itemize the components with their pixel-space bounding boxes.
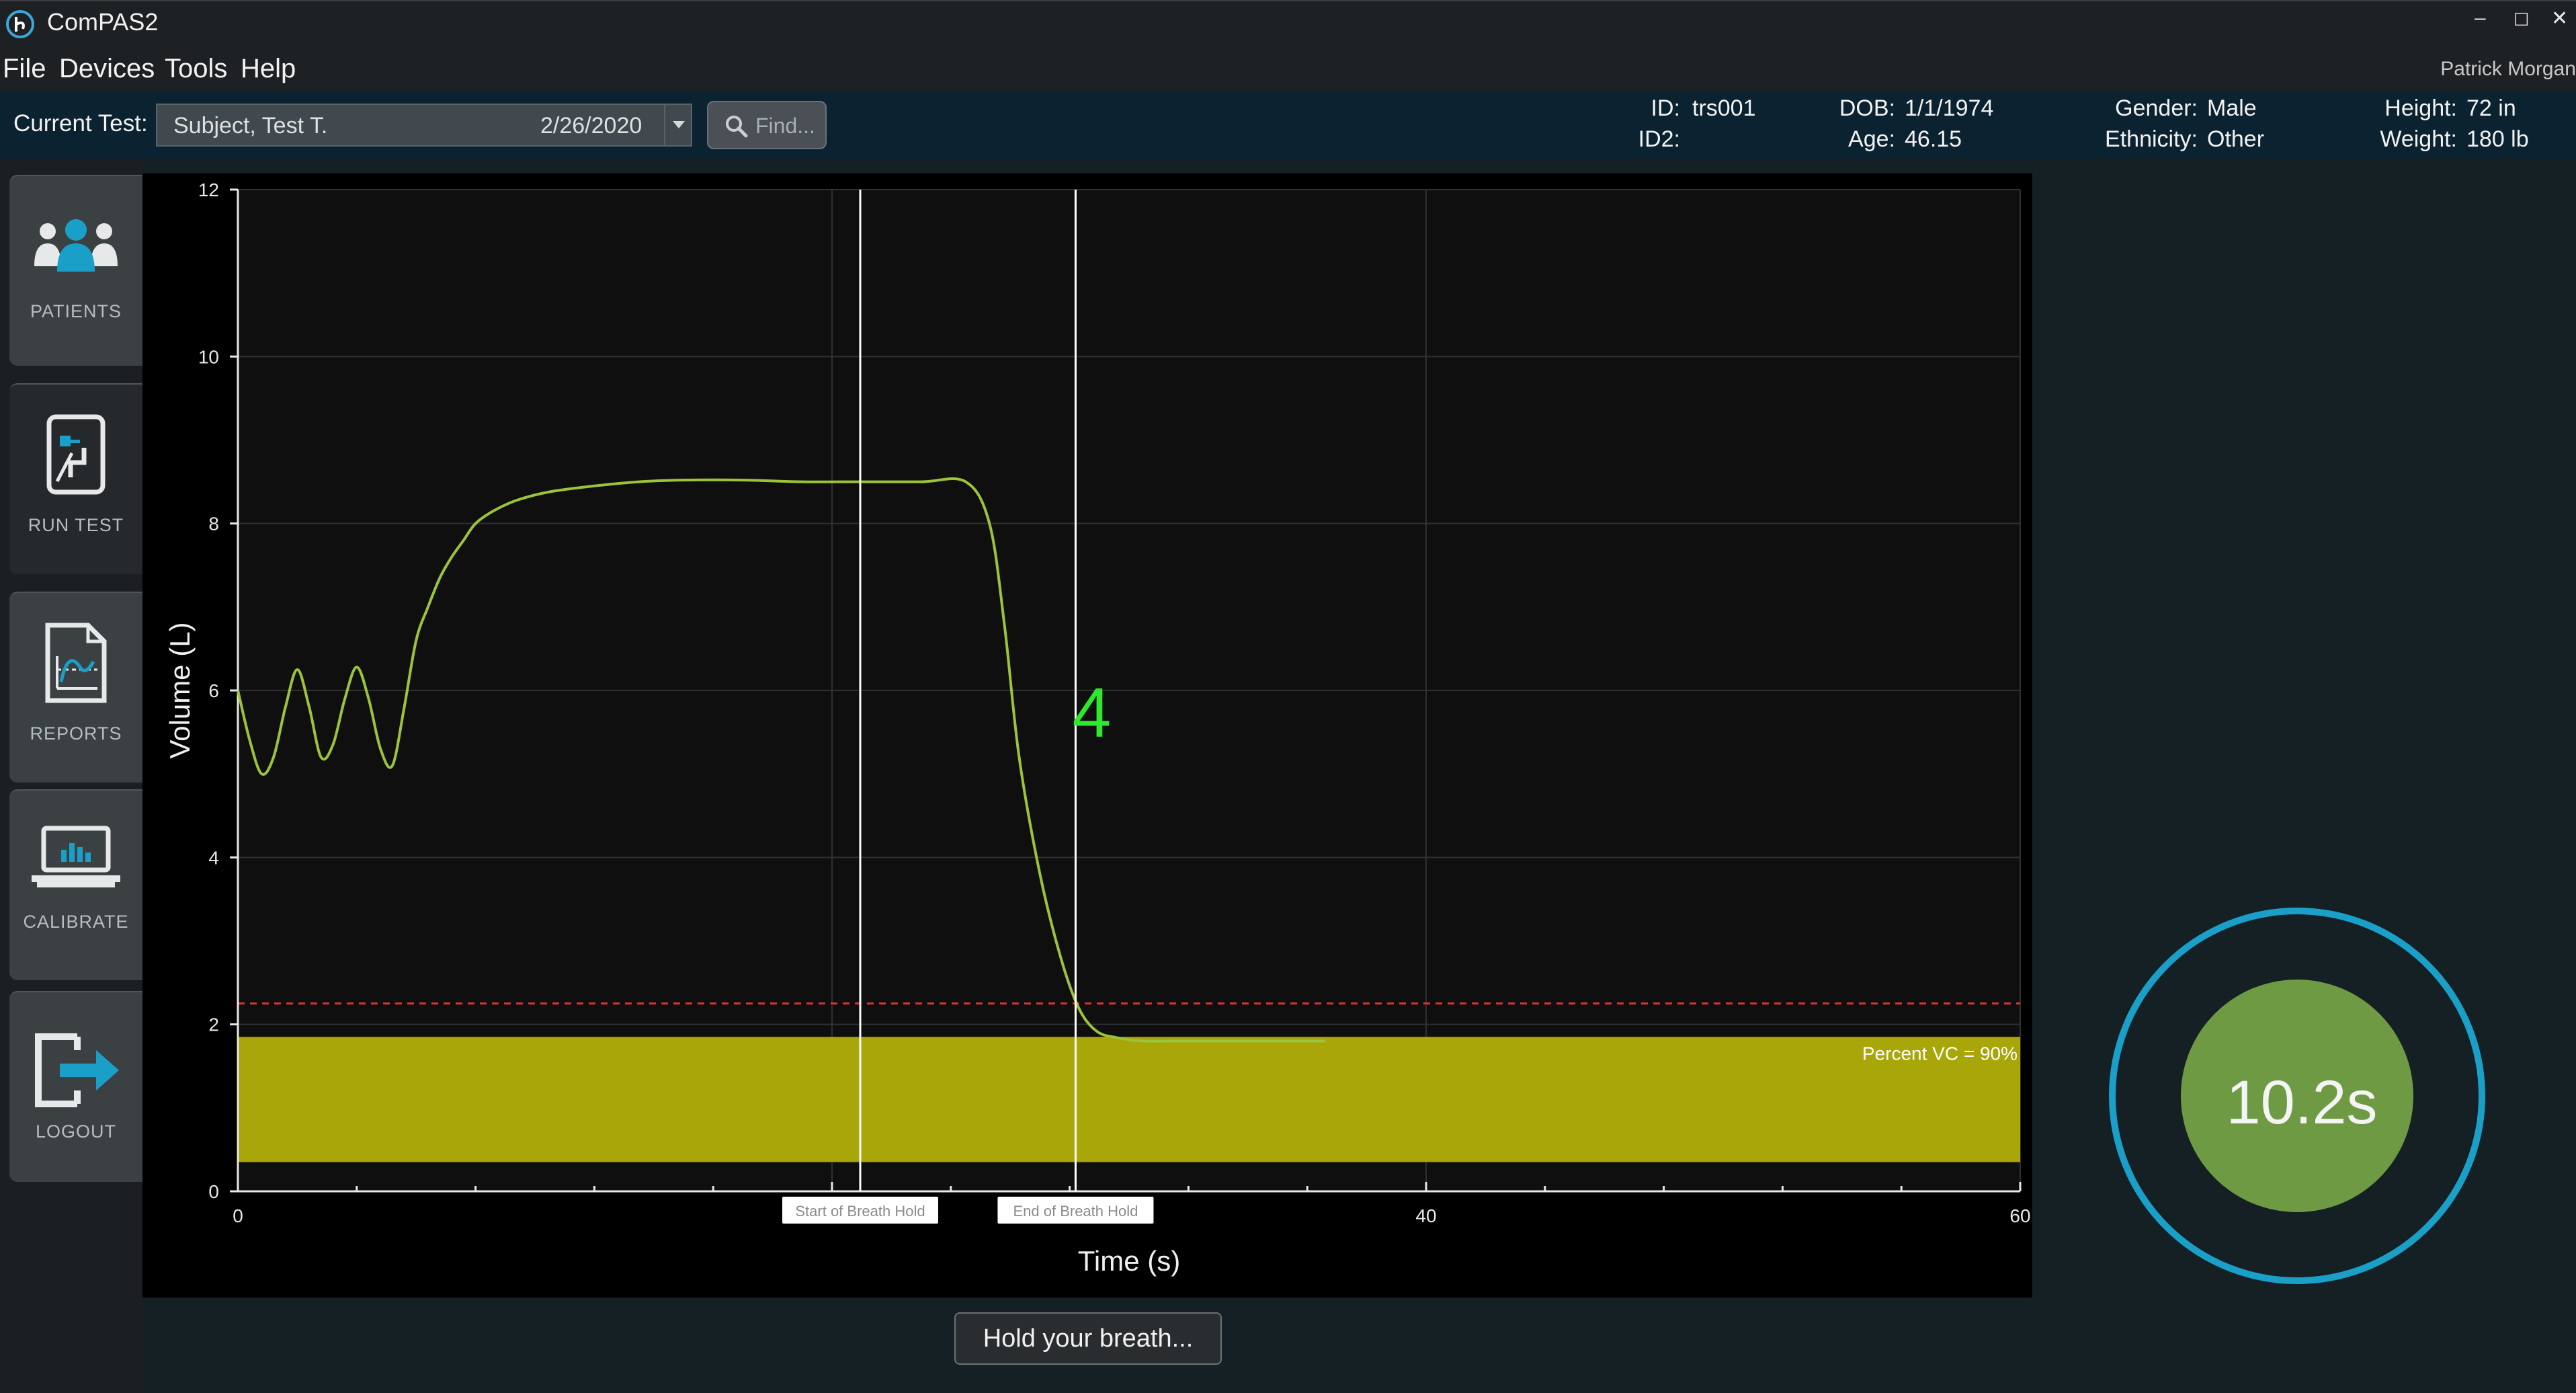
maximize-button[interactable]: ☐	[2513, 9, 2529, 30]
logout-icon	[35, 1033, 119, 1107]
calibrate-icon	[32, 826, 120, 887]
title-bar: ComPAS2 – ☐ ✕	[0, 0, 2576, 46]
band-label: Percent VC = 90%	[1862, 1043, 2018, 1064]
dob-label: DOB:	[1839, 95, 1895, 121]
test-subject-name: Subject, Test T.	[173, 113, 328, 138]
height-label: Height:	[2384, 95, 2457, 121]
current-test-select[interactable]: Subject, Test T. 2/26/2020	[156, 104, 692, 147]
countdown-number: 4	[1073, 674, 1112, 752]
breath-hold-chart: Percent VC = 90% 024681012 0204060 Start…	[142, 173, 2032, 1298]
menu-bar: File Devices Tools Help Patrick Morgan	[0, 46, 2576, 91]
menu-file[interactable]: File	[3, 54, 46, 84]
id2-label: ID2:	[1638, 126, 1680, 152]
run-test-icon	[46, 414, 106, 495]
gender-label: Gender:	[2115, 95, 2198, 121]
current-test-label: Current Test:	[13, 110, 148, 136]
sidebar-item-label: LOGOUT	[35, 1121, 116, 1142]
sidebar-item-calibrate[interactable]: CALIBRATE	[9, 789, 142, 980]
sidebar-item-run-test[interactable]: RUN TEST	[9, 383, 142, 574]
y-tick-labels: 0 2 4 6 8 10 12	[198, 180, 219, 1202]
search-icon	[726, 116, 748, 138]
patient-weight: 180 lb	[2466, 126, 2529, 152]
user-name: Patrick Morgan	[2440, 58, 2576, 80]
patient-age: 46.15	[1905, 126, 1962, 152]
y-tick-label: 8	[208, 514, 219, 534]
x-axis-label: Time (s)	[1078, 1245, 1180, 1277]
menu-help[interactable]: Help	[241, 54, 296, 84]
find-button[interactable]: Find...	[707, 101, 827, 149]
sidebar-item-label: CALIBRATE	[23, 912, 129, 932]
sidebar-item-label: RUN TEST	[28, 515, 124, 535]
minimize-button[interactable]: –	[2475, 7, 2486, 30]
close-button[interactable]: ✕	[2551, 7, 2568, 30]
status-message-button[interactable]: Hold your breath...	[954, 1312, 1222, 1365]
patients-icon	[34, 219, 118, 272]
x-tick-label: 0	[233, 1205, 243, 1226]
y-tick-label: 12	[198, 180, 219, 200]
id-label: ID:	[1651, 95, 1680, 121]
sidebar-item-label: PATIENTS	[30, 301, 122, 321]
x-tick-label: 60	[2009, 1205, 2030, 1226]
patient-dob: 1/1/1974	[1905, 95, 1994, 121]
start-breath-hold-label: Start of Breath Hold	[795, 1203, 925, 1220]
timer-value: 10.2s	[2226, 1068, 2378, 1137]
app-title: ComPAS2	[47, 8, 159, 36]
sidebar-item-label: REPORTS	[30, 723, 122, 744]
ethnicity-label: Ethnicity:	[2105, 126, 2198, 152]
menu-devices[interactable]: Devices	[59, 54, 155, 84]
patient-ethnicity: Other	[2207, 126, 2265, 152]
app-logo-icon	[6, 10, 34, 38]
patient-height: 72 in	[2466, 95, 2516, 121]
chevron-down-icon[interactable]	[664, 105, 691, 145]
y-tick-label: 0	[208, 1181, 219, 1202]
chart-svg: Percent VC = 90% 024681012 0204060 Start…	[164, 180, 2031, 1277]
end-breath-hold-label: End of Breath Hold	[1013, 1203, 1138, 1220]
x-tick-label: 40	[1415, 1205, 1436, 1226]
find-placeholder: Find...	[755, 114, 815, 138]
age-label: Age:	[1848, 126, 1895, 152]
menu-tools[interactable]: Tools	[165, 54, 227, 84]
patient-gender: Male	[2207, 95, 2257, 121]
sidebar-item-logout[interactable]: LOGOUT	[9, 991, 142, 1182]
test-bar: Current Test: Subject, Test T. 2/26/2020…	[0, 91, 2576, 159]
vc-band	[238, 1037, 2020, 1162]
y-tick-label: 10	[198, 346, 219, 367]
reports-icon	[45, 623, 107, 703]
patient-id: trs001	[1692, 95, 1756, 121]
test-date: 2/26/2020	[540, 113, 642, 138]
sidebar-item-reports[interactable]: REPORTS	[9, 592, 142, 783]
sidebar: PATIENTS RUN TEST REPORTS CALIBRATE LOGO…	[0, 159, 142, 1393]
sidebar-item-patients[interactable]: PATIENTS	[9, 175, 142, 366]
weight-label: Weight:	[2380, 126, 2457, 152]
y-tick-label: 4	[208, 847, 219, 868]
y-axis-label: Volume (L)	[164, 622, 196, 758]
y-tick-label: 2	[208, 1014, 219, 1035]
y-tick-label: 6	[208, 680, 219, 701]
